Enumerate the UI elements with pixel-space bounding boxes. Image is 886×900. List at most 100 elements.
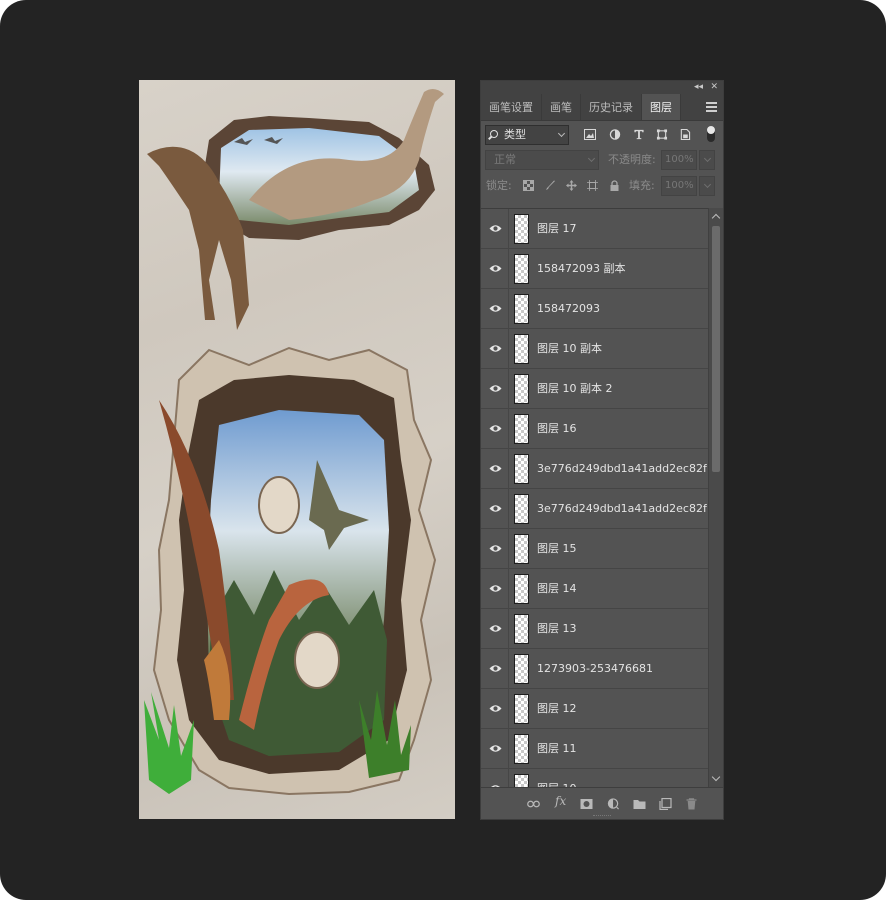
- layer-row[interactable]: 图层 16: [481, 409, 709, 449]
- layer-thumbnail[interactable]: [514, 294, 529, 324]
- blend-mode-select[interactable]: 正常: [485, 150, 599, 170]
- panel-resize-grip[interactable]: [593, 815, 611, 818]
- layer-name[interactable]: 图层 12: [537, 689, 707, 729]
- lock-position-icon[interactable]: [566, 180, 577, 191]
- mask-icon[interactable]: [580, 798, 593, 810]
- eye-icon[interactable]: [489, 304, 502, 313]
- layer-row[interactable]: 图层 12: [481, 689, 709, 729]
- layer-thumbnail[interactable]: [514, 494, 529, 524]
- eye-icon[interactable]: [489, 544, 502, 553]
- lock-artboard-icon[interactable]: [587, 180, 598, 191]
- layer-row[interactable]: 图层 10 副本 2: [481, 369, 709, 409]
- lock-paint-icon[interactable]: [545, 180, 556, 191]
- layer-thumbnail[interactable]: [514, 254, 529, 284]
- scroll-thumb[interactable]: [712, 226, 720, 472]
- opacity-dropdown[interactable]: [699, 150, 715, 170]
- layer-thumbnail[interactable]: [514, 534, 529, 564]
- layer-row[interactable]: 图层 15: [481, 529, 709, 569]
- eye-icon[interactable]: [489, 464, 502, 473]
- eye-icon[interactable]: [489, 344, 502, 353]
- layer-name[interactable]: 158472093: [537, 289, 707, 329]
- layer-row[interactable]: 图层 10: [481, 769, 709, 788]
- new-layer-icon[interactable]: [659, 798, 672, 810]
- layer-thumbnail[interactable]: [514, 654, 529, 684]
- layer-thumbnail[interactable]: [514, 454, 529, 484]
- group-folder-icon[interactable]: [633, 798, 646, 810]
- layer-name[interactable]: 3e776d249dbd1a41add2ec82f...: [537, 489, 707, 529]
- tab-layers[interactable]: 图层: [642, 94, 681, 120]
- chevron-down-icon: [587, 154, 596, 163]
- close-icon[interactable]: ✕: [710, 81, 718, 94]
- layer-name[interactable]: 图层 16: [537, 409, 707, 449]
- layer-row[interactable]: 图层 14: [481, 569, 709, 609]
- fx-icon[interactable]: fx: [555, 794, 566, 808]
- eye-icon[interactable]: [489, 384, 502, 393]
- layer-thumbnail[interactable]: [514, 614, 529, 644]
- image-filter-icon[interactable]: [584, 129, 596, 140]
- layer-row[interactable]: 158472093: [481, 289, 709, 329]
- eye-icon[interactable]: [489, 704, 502, 713]
- layer-row[interactable]: 图层 11: [481, 729, 709, 769]
- lock-transparent-icon[interactable]: [523, 180, 534, 191]
- layer-divider: [508, 529, 509, 569]
- eye-icon[interactable]: [489, 224, 502, 233]
- fill-input[interactable]: 100%: [661, 176, 697, 196]
- layer-list-scrollbar[interactable]: [708, 208, 723, 788]
- layer-row[interactable]: 图层 17: [481, 209, 709, 249]
- layer-thumbnail[interactable]: [514, 414, 529, 444]
- layer-name[interactable]: 3e776d249dbd1a41add2ec82f...: [537, 449, 707, 489]
- filter-type-select[interactable]: 类型: [485, 125, 569, 145]
- layer-name[interactable]: 1273903-253476681: [537, 649, 707, 689]
- layer-name[interactable]: 图层 10: [537, 769, 707, 788]
- layer-thumbnail[interactable]: [514, 574, 529, 604]
- shape-filter-icon[interactable]: [656, 129, 668, 140]
- eye-icon[interactable]: [489, 744, 502, 753]
- adjustment-layer-icon[interactable]: [607, 798, 620, 810]
- layer-row[interactable]: 图层 10 副本: [481, 329, 709, 369]
- eye-icon[interactable]: [489, 584, 502, 593]
- eye-icon[interactable]: [489, 504, 502, 513]
- layer-thumbnail[interactable]: [514, 734, 529, 764]
- layer-name[interactable]: 图层 13: [537, 609, 707, 649]
- layer-name[interactable]: 图层 17: [537, 209, 707, 249]
- layer-row[interactable]: 3e776d249dbd1a41add2ec82f...: [481, 449, 709, 489]
- collapse-panel-icon[interactable]: ◂◂: [694, 81, 703, 94]
- filter-toggle-icon[interactable]: [707, 126, 715, 142]
- eye-icon[interactable]: [489, 664, 502, 673]
- layer-row[interactable]: 158472093 副本: [481, 249, 709, 289]
- layer-name[interactable]: 图层 15: [537, 529, 707, 569]
- scroll-up-icon[interactable]: [711, 213, 721, 223]
- chevron-down-icon: [703, 154, 712, 163]
- layer-thumbnail[interactable]: [514, 334, 529, 364]
- link-icon[interactable]: [527, 798, 540, 810]
- smart-object-filter-icon[interactable]: [679, 129, 691, 140]
- tab-brushes[interactable]: 画笔: [542, 94, 581, 120]
- layer-name[interactable]: 图层 10 副本: [537, 329, 707, 369]
- opacity-input[interactable]: 100%: [661, 150, 697, 170]
- layer-name[interactable]: 图层 10 副本 2: [537, 369, 707, 409]
- lock-all-icon[interactable]: [609, 180, 620, 191]
- eye-icon[interactable]: [489, 424, 502, 433]
- adjustment-filter-icon[interactable]: [609, 129, 621, 140]
- layer-name[interactable]: 图层 11: [537, 729, 707, 769]
- eye-icon[interactable]: [489, 264, 502, 273]
- layer-thumbnail[interactable]: [514, 374, 529, 404]
- layer-row[interactable]: 3e776d249dbd1a41add2ec82f...: [481, 489, 709, 529]
- panel-menu-icon[interactable]: [706, 102, 717, 112]
- trash-icon[interactable]: [685, 798, 698, 810]
- eye-icon[interactable]: [489, 624, 502, 633]
- canvas-artwork: [139, 80, 455, 819]
- fill-dropdown[interactable]: [699, 176, 715, 196]
- layer-thumbnail[interactable]: [514, 694, 529, 724]
- layer-thumbnail[interactable]: [514, 214, 529, 244]
- layer-row[interactable]: 图层 13: [481, 609, 709, 649]
- layer-name[interactable]: 158472093 副本: [537, 249, 707, 289]
- scroll-down-icon[interactable]: [711, 772, 721, 782]
- tab-history[interactable]: 历史记录: [581, 94, 642, 120]
- layer-thumbnail[interactable]: [514, 774, 529, 788]
- type-filter-icon[interactable]: [633, 129, 645, 140]
- layer-name[interactable]: 图层 14: [537, 569, 707, 609]
- panel-title-bar: ◂◂ ✕: [481, 81, 723, 94]
- tab-brush-settings[interactable]: 画笔设置: [481, 94, 542, 120]
- layer-row[interactable]: 1273903-253476681: [481, 649, 709, 689]
